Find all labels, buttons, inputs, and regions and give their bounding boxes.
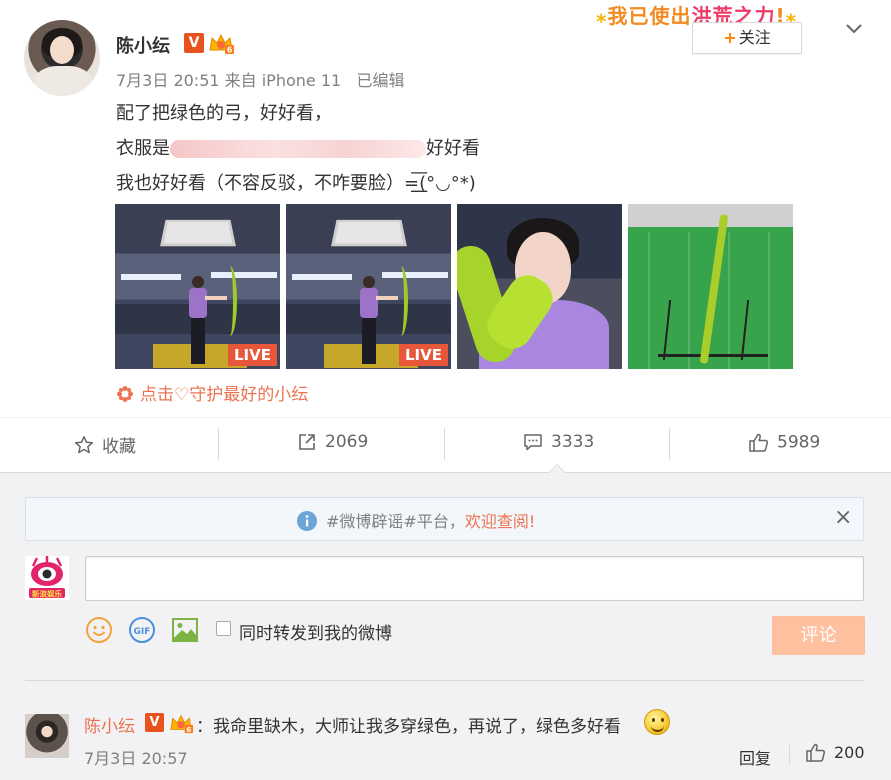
info-icon bbox=[297, 511, 317, 531]
reply-button[interactable]: 回复 bbox=[739, 745, 771, 769]
svg-text:新浪娱乐: 新浪娱乐 bbox=[32, 589, 62, 599]
crown-badge-icon[interactable]: 6 bbox=[169, 712, 193, 734]
close-icon[interactable]: × bbox=[834, 505, 852, 531]
smile-emoji-icon bbox=[644, 709, 670, 735]
plus-icon: + bbox=[723, 28, 737, 47]
comment-icon bbox=[524, 434, 542, 451]
separator bbox=[444, 428, 445, 460]
author-avatar[interactable] bbox=[24, 20, 100, 96]
thumbs-up-icon bbox=[749, 433, 769, 452]
commenter-name[interactable]: 陈小纭 bbox=[84, 712, 135, 737]
post-text-line: 衣服是 好好看 bbox=[116, 138, 480, 159]
blurred-mention bbox=[170, 140, 426, 158]
follow-button[interactable]: + 关注 bbox=[692, 22, 802, 54]
divider bbox=[0, 417, 891, 418]
repost-button[interactable]: 2069 bbox=[297, 432, 368, 456]
flower-icon bbox=[117, 386, 133, 402]
post-image[interactable] bbox=[628, 204, 793, 369]
gif-icon[interactable]: GIF bbox=[128, 616, 156, 644]
separator bbox=[218, 428, 219, 460]
verified-badge-icon[interactable]: V bbox=[184, 33, 204, 53]
crown-badge-icon[interactable]: 6 bbox=[208, 32, 234, 54]
emoji-icon[interactable] bbox=[85, 616, 113, 644]
svg-text:GIF: GIF bbox=[134, 627, 151, 637]
comment-input[interactable] bbox=[85, 556, 864, 601]
notice-link[interactable]: 欢迎查阅! bbox=[465, 512, 535, 531]
live-badge: LIVE bbox=[399, 344, 448, 366]
commenter-avatar[interactable] bbox=[25, 714, 69, 758]
post-image-live[interactable]: LIVE bbox=[286, 204, 451, 369]
live-badge: LIVE bbox=[228, 344, 277, 366]
image-icon[interactable] bbox=[171, 616, 199, 644]
post-image-live[interactable]: LIVE bbox=[115, 204, 280, 369]
author-name[interactable]: 陈小纭 bbox=[116, 32, 170, 58]
current-user-avatar[interactable]: 新浪娱乐 bbox=[25, 556, 69, 600]
verified-badge-icon[interactable]: V bbox=[145, 713, 164, 732]
comment-pointer bbox=[548, 464, 566, 473]
post-meta: 7月3日 20:51 来自 iPhone 11 已编辑 bbox=[116, 71, 405, 90]
comment-time: 7月3日 20:57 bbox=[84, 749, 188, 768]
comment-text: ：我命里缺木，大师让我多穿绿色，再说了，绿色多好看 bbox=[196, 717, 621, 737]
comment-button[interactable]: 3333 bbox=[523, 432, 594, 456]
svg-text:6: 6 bbox=[186, 725, 191, 734]
post-text-line: 配了把绿色的弓，好好看， bbox=[116, 103, 332, 124]
chevron-down-icon[interactable] bbox=[844, 20, 864, 36]
sina-ent-logo-icon: 新浪娱乐 bbox=[25, 556, 69, 600]
separator bbox=[669, 428, 670, 460]
separator bbox=[789, 745, 790, 765]
also-repost-checkbox[interactable] bbox=[216, 621, 231, 636]
thumbs-up-icon bbox=[806, 743, 826, 762]
notice-text[interactable]: #微博辟谣#平台，欢迎查阅! bbox=[296, 508, 535, 532]
also-repost-label[interactable]: 同时转发到我的微博 bbox=[239, 619, 392, 644]
share-icon bbox=[299, 434, 315, 450]
submit-comment-button[interactable]: 评论 bbox=[772, 616, 865, 655]
post-text-line: 我也好好看（不容反驳，不咋要脸）=͟͟͞(°◡°*) bbox=[116, 173, 476, 194]
favorite-button[interactable]: 收藏 bbox=[74, 432, 136, 457]
star-icon bbox=[74, 435, 94, 453]
support-link[interactable]: 点击♡守护最好的小纭 bbox=[116, 380, 308, 405]
svg-text:6: 6 bbox=[227, 46, 233, 55]
post-image[interactable] bbox=[457, 204, 622, 369]
comment-like-button[interactable]: 200 bbox=[805, 742, 865, 768]
divider bbox=[25, 680, 864, 681]
like-button[interactable]: 5989 bbox=[748, 432, 820, 456]
